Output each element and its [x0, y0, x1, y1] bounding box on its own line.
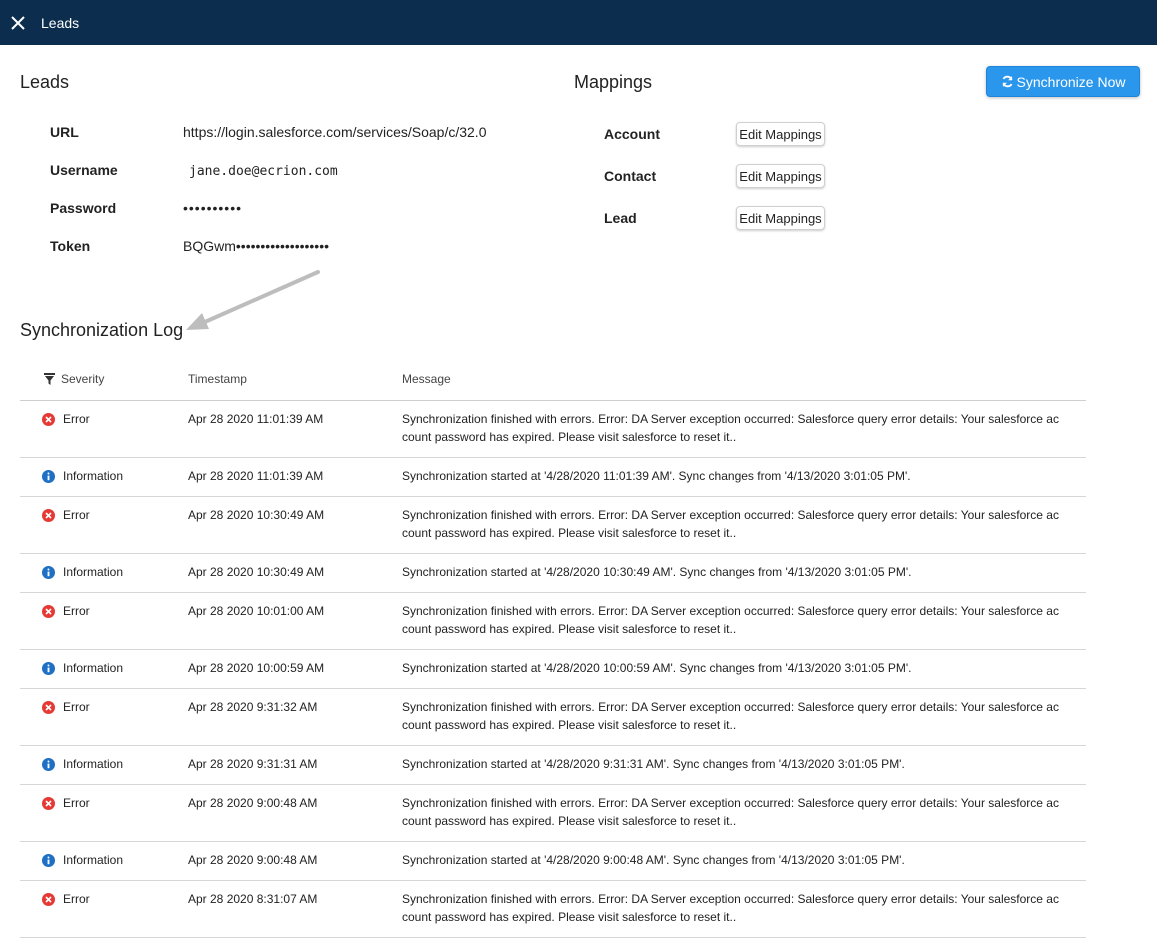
severity-label: Error — [63, 892, 90, 906]
table-row: Information Apr 28 2020 10:00:59 AM Synchr… — [20, 650, 1086, 689]
error-icon — [42, 604, 55, 618]
error-icon — [42, 412, 55, 426]
severity-cell: Error — [42, 508, 90, 522]
message-column-header[interactable]: Message — [402, 372, 451, 386]
severity-cell: Information — [42, 661, 123, 675]
table-row: Information Apr 28 2020 9:31:31 AM Synchro… — [20, 746, 1086, 785]
severity-label: Information — [63, 565, 124, 579]
severity-label: Information — [63, 853, 124, 867]
synchronize-now-button[interactable]: Synchronize Now — [986, 66, 1140, 97]
timestamp-cell: Apr 28 2020 11:01:39 AM — [188, 412, 324, 426]
password-value: •••••••••• — [183, 200, 243, 216]
annotation-arrow — [186, 270, 320, 330]
severity-cell: Error — [42, 700, 90, 714]
token-label: Token — [50, 238, 91, 254]
message-cell: Synchronization finished with errors. Er… — [402, 508, 1059, 540]
table-row: Information Apr 28 2020 11:01:39 AM Synchr… — [20, 458, 1086, 497]
table-row: Error Apr 28 2020 9:31:32 AM Synchronizati… — [20, 689, 1086, 746]
message-cell: Synchronization finished with errors. Er… — [402, 700, 1059, 732]
severity-cell: Information — [42, 853, 123, 867]
edit-mappings-account-button[interactable]: Edit Mappings — [736, 122, 825, 146]
severity-label: Information — [63, 661, 124, 675]
error-icon — [42, 796, 55, 810]
error-icon — [42, 700, 55, 714]
table-row: Information Apr 28 2020 9:00:48 AM Synchro… — [20, 842, 1086, 881]
info-icon — [42, 469, 55, 483]
sync-log-title: Synchronization Log — [20, 320, 184, 340]
timestamp-cell: Apr 28 2020 8:31:07 AM — [188, 892, 318, 906]
severity-label: Error — [63, 412, 90, 426]
severity-label: Error — [63, 604, 90, 618]
severity-label: Error — [63, 700, 90, 714]
table-row: Error Apr 28 2020 8:31:07 AM Synchronizati… — [20, 881, 1086, 938]
refresh-icon — [1001, 75, 1013, 88]
token-value: BQGwm••••••••••••••••••• — [183, 238, 330, 254]
window-title: Leads — [41, 14, 80, 31]
message-cell: Synchronization started at '4/28/2020 9:… — [402, 853, 905, 867]
timestamp-column-header[interactable]: Timestamp — [188, 372, 247, 386]
table-row: Error Apr 28 2020 10:30:49 AM Synchronizat… — [20, 497, 1086, 554]
message-cell: Synchronization started at '4/28/2020 10… — [402, 661, 912, 675]
mapping-account-label: Account — [604, 126, 660, 142]
connection-title: Leads — [20, 72, 70, 92]
username-value: jane.doe@ecrion.com — [189, 164, 338, 179]
message-cell: Synchronization started at '4/28/2020 10… — [402, 565, 912, 579]
info-icon — [42, 757, 55, 771]
message-cell: Synchronization finished with errors. Er… — [402, 796, 1059, 828]
url-label: URL — [50, 124, 79, 140]
severity-column-header[interactable]: Severity — [44, 372, 104, 386]
message-cell: Synchronization finished with errors. Er… — [402, 604, 1059, 636]
table-row: Error Apr 28 2020 10:01:00 AM Synchronizat… — [20, 593, 1086, 650]
timestamp-cell: Apr 28 2020 9:31:31 AM — [188, 757, 318, 771]
severity-cell: Error — [42, 412, 90, 426]
message-cell: Synchronization finished with errors. Er… — [402, 892, 1059, 924]
url-value: https://login.salesforce.com/services/So… — [183, 124, 487, 140]
severity-label: Information — [63, 757, 124, 771]
mapping-lead-label: Lead — [604, 210, 637, 226]
mappings-title: Mappings — [574, 72, 653, 92]
username-label: Username — [50, 162, 118, 178]
timestamp-cell: Apr 28 2020 10:01:00 AM — [188, 604, 325, 618]
severity-cell: Information — [42, 565, 123, 579]
severity-label: Information — [63, 469, 124, 483]
edit-mappings-contact-button[interactable]: Edit Mappings — [736, 164, 825, 188]
message-cell: Synchronization finished with errors. Er… — [402, 412, 1059, 444]
timestamp-cell: Apr 28 2020 10:30:49 AM — [188, 508, 325, 522]
info-icon — [42, 853, 55, 867]
mapping-contact-label: Contact — [604, 168, 657, 184]
password-label: Password — [50, 200, 117, 216]
timestamp-cell: Apr 28 2020 10:00:59 AM — [188, 661, 325, 675]
severity-label: Error — [63, 796, 90, 810]
message-cell: Synchronization started at '4/28/2020 11… — [402, 469, 911, 483]
severity-cell: Information — [42, 757, 123, 771]
message-cell: Synchronization started at '4/28/2020 9:… — [402, 757, 905, 771]
top-bar: Leads — [0, 0, 1157, 45]
timestamp-cell: Apr 28 2020 11:01:39 AM — [188, 469, 324, 483]
table-row: Error Apr 28 2020 11:01:39 AM Synchronizat… — [20, 401, 1086, 458]
error-icon — [42, 508, 55, 522]
timestamp-cell: Apr 28 2020 9:00:48 AM — [188, 853, 318, 867]
filter-icon[interactable] — [44, 373, 55, 385]
severity-cell: Error — [42, 892, 90, 906]
timestamp-cell: Apr 28 2020 9:31:32 AM — [188, 700, 318, 714]
table-header: Severity Timestamp Message — [20, 362, 1086, 401]
error-icon — [42, 892, 55, 906]
severity-cell: Information — [42, 469, 123, 483]
info-icon — [42, 661, 55, 675]
timestamp-cell: Apr 28 2020 10:30:49 AM — [188, 565, 325, 579]
edit-mappings-lead-button[interactable]: Edit Mappings — [736, 206, 825, 230]
severity-header-label: Severity — [61, 372, 105, 386]
log-rows: Error Apr 28 2020 11:01:39 AM Synchronizat… — [20, 401, 1086, 938]
table-row: Information Apr 28 2020 10:30:49 AM Synchr… — [20, 554, 1086, 593]
timestamp-cell: Apr 28 2020 9:00:48 AM — [188, 796, 318, 810]
severity-cell: Error — [42, 604, 90, 618]
sync-log-table: Severity Timestamp Message Error Apr 28 2… — [20, 362, 1086, 938]
severity-cell: Error — [42, 796, 90, 810]
table-row: Error Apr 28 2020 9:00:48 AM Synchronizati… — [20, 785, 1086, 842]
close-icon[interactable] — [10, 15, 26, 31]
info-icon — [42, 565, 55, 579]
synchronize-now-label: Synchronize Now — [1016, 73, 1126, 90]
severity-label: Error — [63, 508, 90, 522]
